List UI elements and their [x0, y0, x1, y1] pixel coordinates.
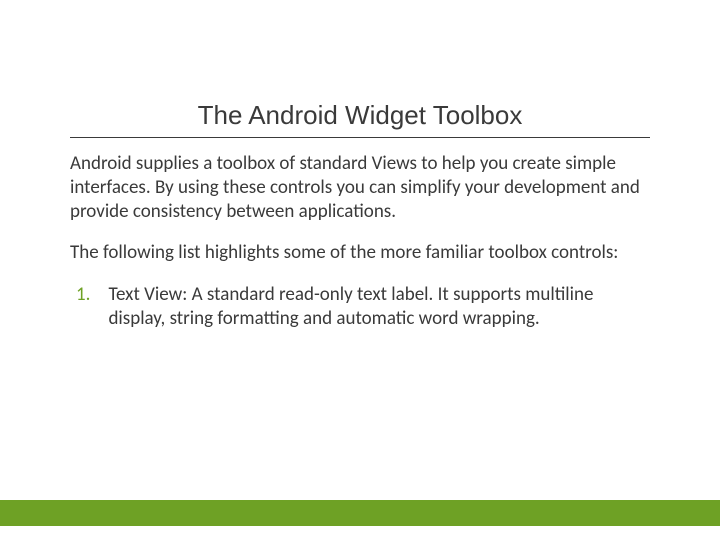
paragraph-intro: Android supplies a toolbox of standard V…	[70, 152, 650, 223]
list-item: 1. Text View: A standard read-only text …	[70, 283, 650, 331]
controls-list: 1. Text View: A standard read-only text …	[70, 283, 650, 331]
paragraph-lead: The following list highlights some of th…	[70, 241, 650, 265]
list-text: Text View: A standard read-only text lab…	[108, 283, 650, 331]
slide-title: The Android Widget Toolbox	[70, 100, 650, 138]
list-number: 1.	[76, 283, 90, 331]
slide-content: The Android Widget Toolbox Android suppl…	[0, 0, 720, 331]
footer-accent-bar	[0, 500, 720, 526]
